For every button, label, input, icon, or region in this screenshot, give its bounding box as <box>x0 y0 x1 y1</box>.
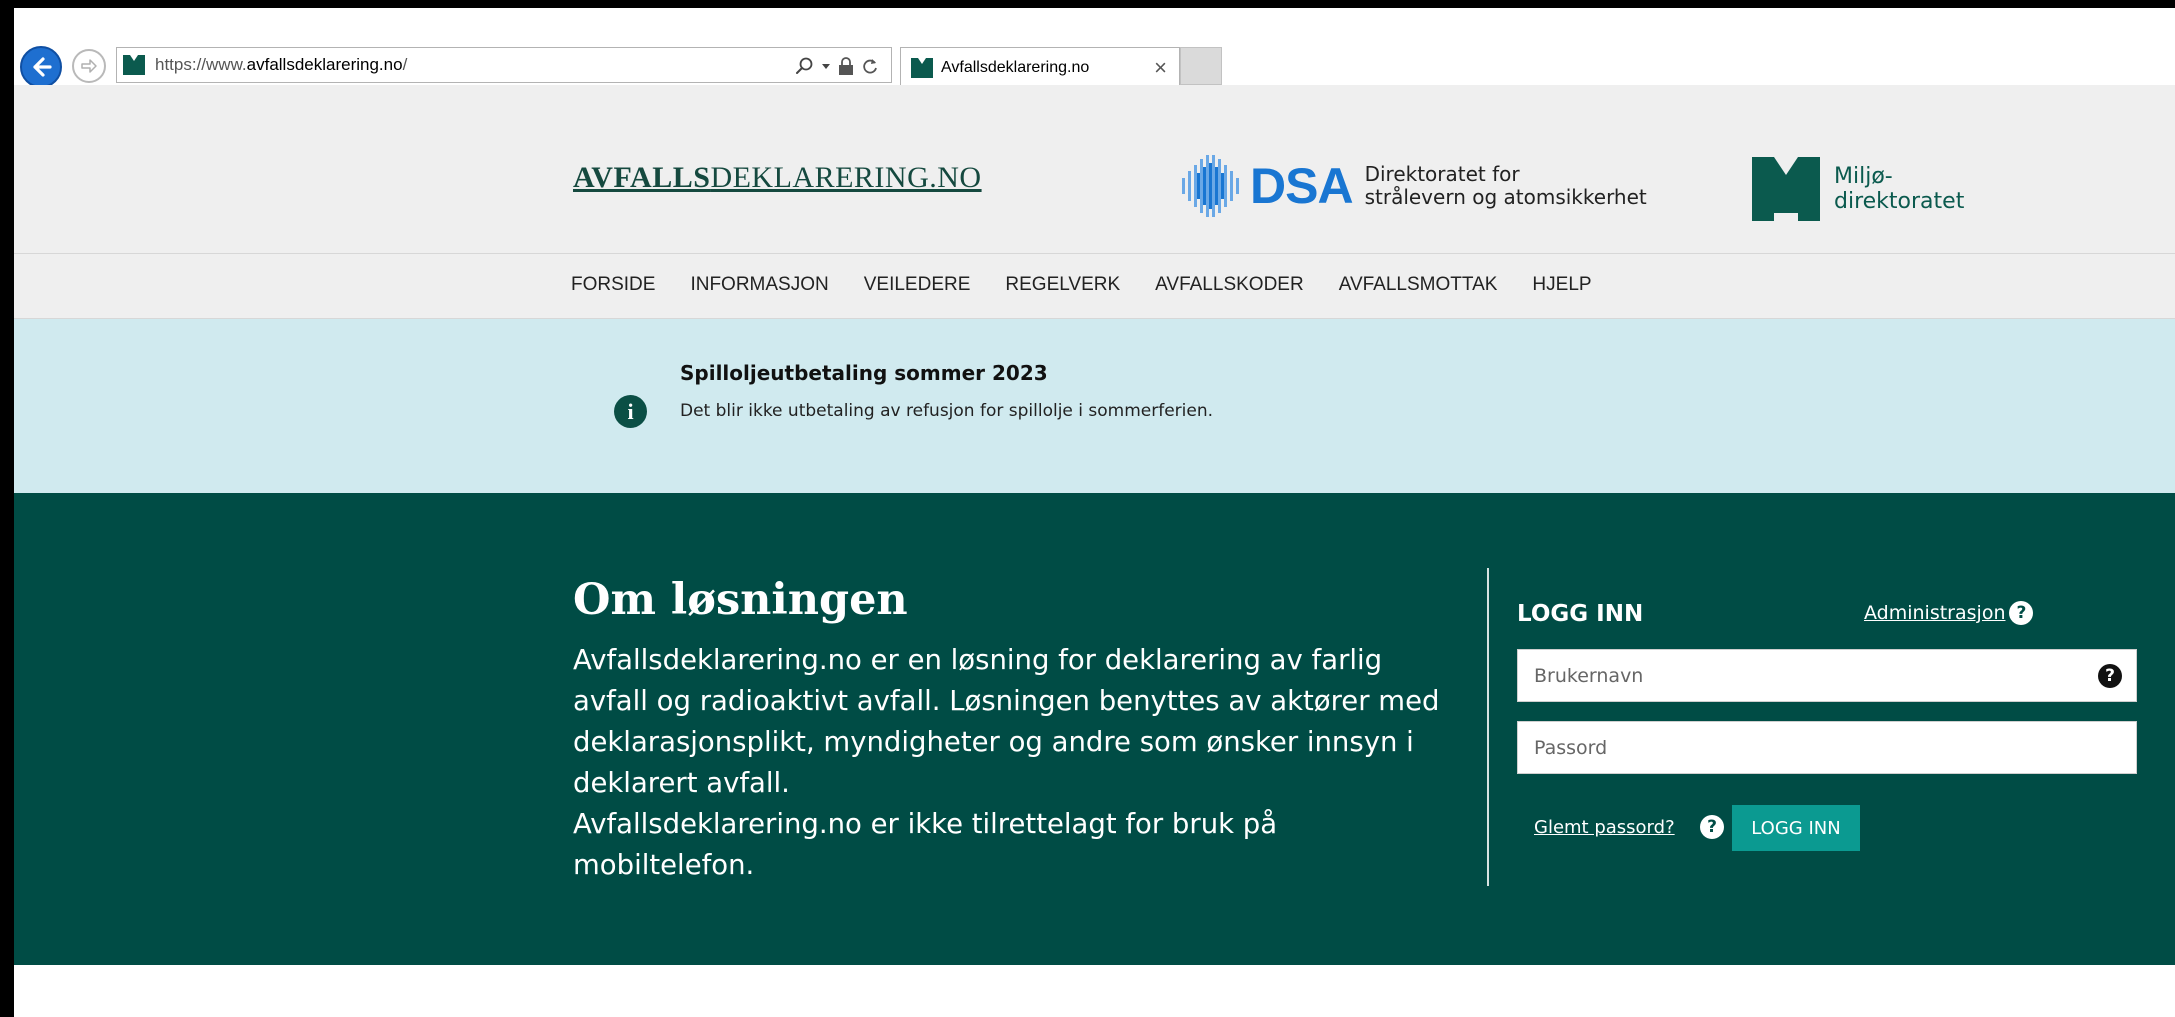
notice-text: Det blir ikke utbetaling av refusjon for… <box>680 401 1214 421</box>
tab-favicon-icon <box>911 58 933 78</box>
dsa-emblem-icon <box>1182 155 1239 217</box>
info-icon: i <box>614 395 647 428</box>
tab-close-button[interactable]: × <box>1154 55 1167 81</box>
site-logo-link[interactable]: AVFALLSDEKLARERING.NO <box>573 161 982 195</box>
dsa-logo[interactable]: DSA Direktoratet for strålevern og atoms… <box>1180 151 1665 221</box>
username-field[interactable]: ? <box>1517 649 2137 702</box>
address-bar[interactable]: https://www.avfallsdeklarering.no/ <box>116 47 892 83</box>
site-header: AVFALLSDEKLARERING.NO DSA Direktoratet f… <box>14 85 2175 254</box>
dsa-abbreviation: DSA <box>1250 158 1354 214</box>
about-title: Om løsningen <box>573 575 908 625</box>
forgot-password-help-icon[interactable]: ? <box>1700 815 1724 839</box>
login-button[interactable]: LOGG INN <box>1732 805 1860 851</box>
site-favicon-icon <box>123 55 145 75</box>
miljodirektoratet-logo[interactable]: Miljø- direktoratet <box>1752 155 2014 223</box>
nav-item-veiledere[interactable]: VEILEDERE <box>864 274 971 296</box>
main-navigation: FORSIDE INFORMASJON VEILEDERE REGELVERK … <box>14 254 2175 319</box>
about-description: Avfallsdeklarering.no er en løsning for … <box>573 640 1463 886</box>
back-button[interactable] <box>20 46 62 88</box>
new-tab-button[interactable] <box>1180 47 1222 85</box>
back-arrow-icon <box>33 57 52 77</box>
section-divider <box>1487 568 1489 886</box>
lock-icon[interactable] <box>837 56 855 76</box>
address-bar-tools <box>795 54 879 78</box>
admin-link[interactable]: Administrasjon ? <box>1864 601 2034 625</box>
nav-item-hjelp[interactable]: HJELP <box>1532 274 1591 296</box>
notice-title: Spilloljeutbetaling sommer 2023 <box>680 361 1048 385</box>
username-help-icon[interactable]: ? <box>2098 664 2122 688</box>
forgot-password-link[interactable]: Glemt passord? <box>1534 817 1675 838</box>
dsa-full-name: Direktoratet for strålevern og atomsikke… <box>1364 162 1647 209</box>
login-heading: LOGG INN <box>1517 601 1644 627</box>
refresh-icon[interactable] <box>861 56 879 76</box>
search-icon[interactable] <box>795 56 815 76</box>
browser-window: https://www.avfallsdeklarering.no/ Avfal… <box>14 8 2175 1017</box>
admin-link-text[interactable]: Administrasjon <box>1864 602 2005 624</box>
nav-item-avfallskoder[interactable]: AVFALLSKODER <box>1155 274 1304 296</box>
notice-banner: i Spilloljeutbetaling sommer 2023 Det bl… <box>14 319 2175 493</box>
browser-tab[interactable]: Avfallsdeklarering.no × <box>900 47 1180 87</box>
forward-arrow-icon <box>81 59 97 73</box>
nav-item-informasjon[interactable]: INFORMASJON <box>690 274 828 296</box>
password-input[interactable] <box>1518 722 2110 773</box>
password-field[interactable] <box>1517 721 2137 774</box>
about-paragraph-1: Avfallsdeklarering.no er en løsning for … <box>573 644 1440 799</box>
about-paragraph-2: Avfallsdeklarering.no er ikke tilrettela… <box>573 808 1278 881</box>
hero-section: Om løsningen Avfallsdeklarering.no er en… <box>14 493 2175 965</box>
nav-item-avfallsmottak[interactable]: AVFALLSMOTTAK <box>1339 274 1498 296</box>
forward-button[interactable] <box>72 49 106 83</box>
browser-toolbar: https://www.avfallsdeklarering.no/ Avfal… <box>14 8 2175 88</box>
tab-title: Avfallsdeklarering.no <box>941 59 1090 76</box>
url-text: https://www.avfallsdeklarering.no/ <box>155 55 408 74</box>
dropdown-icon[interactable] <box>821 61 831 71</box>
nav-item-forside[interactable]: FORSIDE <box>571 274 655 296</box>
username-input[interactable] <box>1518 650 2110 701</box>
nav-item-regelverk[interactable]: REGELVERK <box>1005 274 1120 296</box>
miljodirektoratet-emblem-icon <box>1752 157 1820 221</box>
help-icon[interactable]: ? <box>2009 601 2034 625</box>
nav-list: FORSIDE INFORMASJON VEILEDERE REGELVERK … <box>571 274 1627 296</box>
miljodirektoratet-name: Miljø- direktoratet <box>1834 164 1965 214</box>
